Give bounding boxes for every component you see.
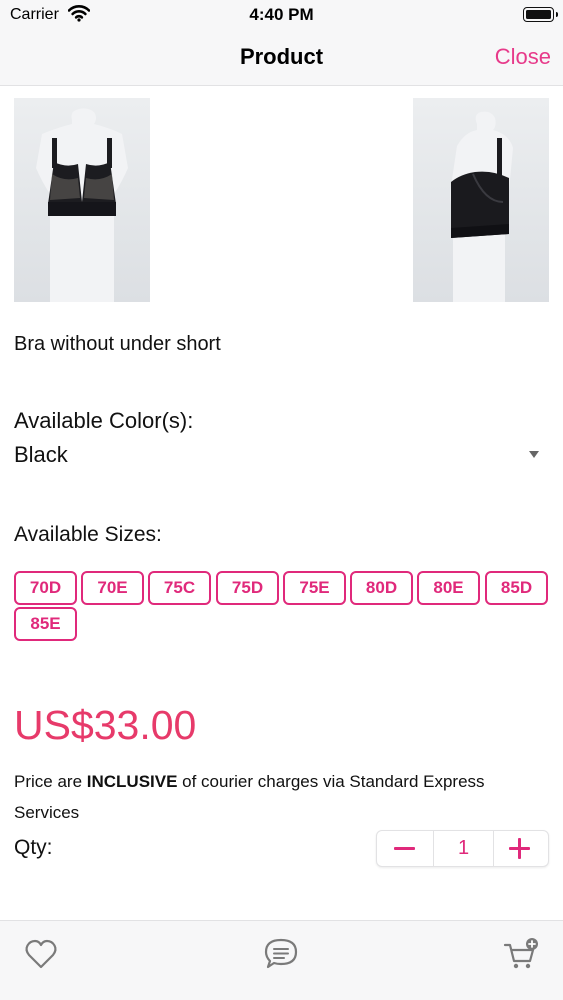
page-title: Product bbox=[239, 44, 324, 69]
size-chip-70d[interactable]: 70D bbox=[14, 571, 77, 605]
size-chip-70e[interactable]: 70E bbox=[81, 571, 144, 605]
nav-bar: Product Close bbox=[0, 30, 563, 86]
available-sizes-label: Available Sizes: bbox=[14, 523, 162, 546]
increment-button[interactable] bbox=[492, 831, 548, 866]
decrement-button[interactable] bbox=[377, 831, 433, 866]
product-image-side[interactable] bbox=[413, 98, 549, 302]
shipping-note: Price are INCLUSIVE of courier charges v… bbox=[14, 766, 534, 828]
size-chip-80e[interactable]: 80E bbox=[417, 571, 480, 605]
product-name: Bra without under short bbox=[14, 333, 221, 355]
status-time: 4:40 PM bbox=[249, 5, 314, 24]
dropdown-arrow-icon bbox=[529, 451, 539, 458]
plus-icon-vertical bbox=[518, 838, 521, 859]
status-bar: Carrier 4:40 PM bbox=[0, 0, 563, 30]
size-chip-75e[interactable]: 75E bbox=[283, 571, 346, 605]
quantity-value: 1 bbox=[433, 831, 494, 866]
quantity-stepper: 1 bbox=[376, 830, 549, 867]
shipping-note-prefix: Price are bbox=[14, 772, 87, 791]
close-button[interactable]: Close bbox=[495, 44, 551, 70]
size-chip-75c[interactable]: 75C bbox=[148, 571, 211, 605]
shipping-note-emphasis: INCLUSIVE bbox=[86, 772, 178, 791]
cart-add-icon[interactable] bbox=[503, 936, 539, 972]
chat-bubble-icon[interactable] bbox=[263, 936, 299, 972]
product-price: US$33.00 bbox=[14, 702, 197, 748]
size-chip-75d[interactable]: 75D bbox=[216, 571, 279, 605]
selected-color: Black bbox=[14, 442, 68, 467]
qty-label: Qty: bbox=[14, 836, 53, 859]
available-colors-label: Available Color(s): bbox=[14, 408, 194, 433]
size-chip-80d[interactable]: 80D bbox=[350, 571, 413, 605]
product-image-front[interactable] bbox=[14, 98, 150, 302]
size-chip-85d[interactable]: 85D bbox=[485, 571, 548, 605]
heart-icon[interactable] bbox=[23, 936, 59, 972]
size-chip-85e[interactable]: 85E bbox=[14, 607, 77, 641]
tab-bar bbox=[0, 920, 563, 1000]
minus-icon bbox=[394, 847, 415, 850]
color-dropdown[interactable]: Black bbox=[14, 440, 549, 472]
battery-icon bbox=[523, 7, 558, 22]
